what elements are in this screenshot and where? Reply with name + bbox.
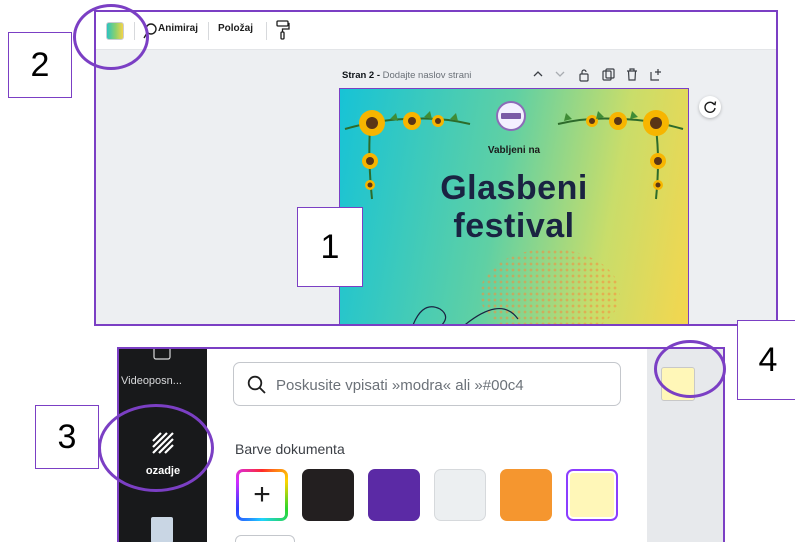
toolbar-divider	[266, 22, 267, 40]
search-icon	[247, 375, 266, 394]
document-colors-title: Barve dokumenta	[235, 441, 345, 457]
callout-3: 3	[35, 405, 99, 469]
festival-logo	[496, 101, 526, 131]
animate-button[interactable]: Animiraj	[158, 23, 198, 34]
page-number-label: Stran 2 -	[342, 70, 381, 81]
highlight-ring-4	[654, 340, 726, 398]
color-swatch[interactable]	[368, 469, 420, 521]
design-title-line-2[interactable]: festival	[340, 207, 688, 246]
highlight-ring-3	[98, 404, 214, 492]
refresh-button[interactable]	[699, 96, 721, 118]
color-search-input[interactable]	[276, 373, 612, 397]
callout-2: 2	[8, 32, 72, 98]
design-title-line-1[interactable]: Glasbeni	[340, 169, 688, 208]
video-icon	[153, 349, 171, 360]
color-swatch-selected[interactable]	[566, 469, 618, 521]
plus-icon: +	[253, 478, 271, 511]
refresh-icon	[704, 101, 717, 113]
callout-4: 4	[737, 320, 795, 400]
editor-top-panel: Animiraj Položaj Stran 2 - Dodajte naslo…	[94, 10, 778, 326]
swirl-decoration	[412, 306, 519, 324]
color-panel: Barve dokumenta +	[207, 349, 647, 542]
add-page-icon[interactable]	[650, 68, 663, 81]
editor-toolbar: Animiraj Položaj	[96, 12, 776, 50]
toolbar-divider	[208, 22, 209, 40]
position-button[interactable]: Položaj	[218, 23, 253, 34]
design-page[interactable]: Vabljeni na Glasbeni festival	[339, 88, 689, 324]
chevron-down-icon[interactable]	[554, 68, 566, 80]
secondary-add-button[interactable]	[235, 535, 295, 542]
color-search-box[interactable]	[233, 362, 621, 406]
duplicate-icon[interactable]	[602, 68, 615, 81]
sidebar-item-videos[interactable]: Videoposn...	[119, 375, 207, 387]
color-swatch[interactable]	[434, 469, 486, 521]
design-welcome-text[interactable]: Vabljeni na	[340, 145, 688, 156]
page-title-input[interactable]: Dodajte naslov strani	[383, 70, 472, 81]
trash-icon[interactable]	[626, 68, 638, 81]
page-header: Stran 2 - Dodajte naslov strani	[342, 70, 471, 81]
callout-1: 1	[297, 207, 363, 287]
color-swatch[interactable]	[500, 469, 552, 521]
audio-app-icon[interactable]	[151, 517, 173, 542]
lock-icon[interactable]	[578, 68, 590, 82]
add-color-button[interactable]: +	[236, 469, 288, 521]
paint-roller-icon[interactable]	[276, 20, 290, 40]
color-swatch[interactable]	[302, 469, 354, 521]
chevron-up-icon[interactable]	[532, 68, 544, 80]
highlight-ring-2	[73, 4, 149, 70]
